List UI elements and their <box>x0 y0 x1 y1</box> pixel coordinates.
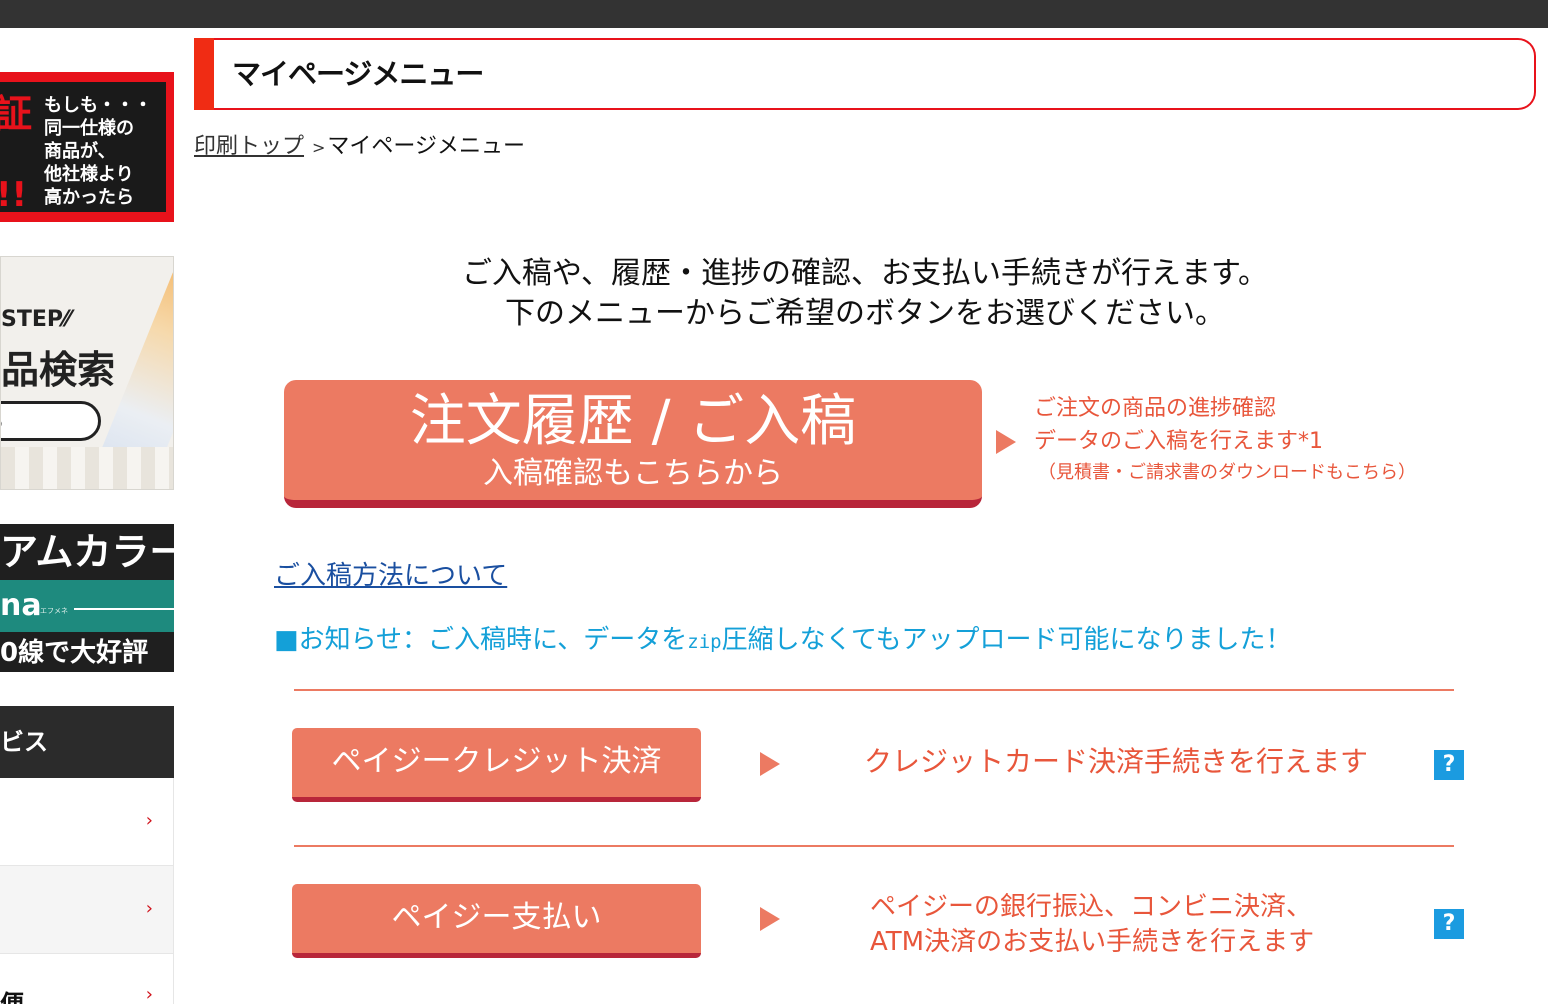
intro-line: ご入稿や、履歴・進捗の確認、お支払い手続きが行えます。 <box>461 256 1269 291</box>
banner-exclaim: !! <box>0 175 28 215</box>
breadcrumb-current: マイページメニュー <box>327 134 525 159</box>
breadcrumb-separator: > <box>312 138 326 157</box>
chevron-right-icon: › <box>145 810 153 831</box>
help-icon[interactable]: ? <box>1434 750 1464 780</box>
banner-button[interactable]: る <box>1 401 101 441</box>
payment-desc-line: ATM決済のお支払い手続きを行えます <box>870 927 1315 957</box>
sidebar-nav-item-label: 便 <box>0 990 24 1004</box>
banner-line3: 0線で大好評 <box>0 638 149 668</box>
banner-line1: アムカラー <box>0 530 174 574</box>
sidebar-nav-heading: ビス <box>0 706 174 778</box>
premium-color-banner[interactable]: アムカラー na エフメネ 0線で大好評 <box>0 524 174 672</box>
notice-text: ■お知らせ：ご入稿時に、データをzip圧縮しなくてもアップロード可能になりました… <box>274 620 1292 662</box>
order-desc-note: （見積書・ご請求書のダウンロードもこちら） <box>1038 462 1416 483</box>
notice-suffix: 圧縮しなくてもアップロード可能になりました！ <box>721 625 1292 655</box>
order-history-button[interactable]: 注文履歴 / ご入稿 入稿確認もこちらから <box>284 380 982 508</box>
banner-step-label: STEP⁄⁄ <box>1 307 71 332</box>
banner-bottom-image <box>1 447 173 489</box>
breadcrumb: 印刷トップ >マイページメニュー <box>194 130 525 165</box>
section-divider <box>294 845 1454 847</box>
banner-note: もしも・・・ 同一仕様の 商品が、 他社様より 高かったら <box>44 95 152 208</box>
chevron-right-icon: › <box>145 984 153 1004</box>
order-button-sublabel: 入稿確認もこちらから <box>483 456 783 491</box>
page-title-box: マイページメニュー <box>194 38 1536 110</box>
banner-icon-char: 証 <box>0 92 33 136</box>
sidebar-nav-item[interactable]: › <box>0 866 174 954</box>
page-title: マイページメニュー <box>232 57 484 91</box>
chevron-right-icon: › <box>145 898 153 919</box>
price-guarantee-banner[interactable]: 証 !! もしも・・・ 同一仕様の 商品が、 他社様より 高かったら <box>0 72 174 222</box>
order-description: ご注文の商品の進捗確認 データのご入稿を行えます*1 （見積書・ご請求書のダウン… <box>1034 392 1416 488</box>
sidebar-service-nav: ビス › › 便 › <box>0 706 174 1004</box>
sidebar-nav-item[interactable]: › <box>0 778 174 866</box>
banner-title: 品検索 <box>1 348 116 392</box>
top-bar <box>0 0 1548 28</box>
sidebar-nav-item[interactable]: 便 › <box>0 954 174 1004</box>
arrow-right-icon <box>760 907 780 931</box>
banner-rule <box>74 608 174 610</box>
intro-line: 下のメニューからご希望のボタンをお選びください。 <box>505 296 1225 331</box>
order-desc-line: ご注文の商品の進捗確認 <box>1034 396 1277 421</box>
payeasy-payment-button[interactable]: ペイジー支払い <box>292 884 701 958</box>
payment-desc-line: ペイジーの銀行振込、コンビニ決済、 <box>870 892 1313 922</box>
help-icon[interactable]: ? <box>1434 909 1464 939</box>
arrow-right-icon <box>996 430 1016 454</box>
intro-text: ご入稿や、履歴・進捗の確認、お支払い手続きが行えます。 下のメニューからご希望の… <box>194 254 1536 334</box>
arrow-right-icon <box>760 752 780 776</box>
product-search-banner[interactable]: STEP⁄⁄ 品検索 る <box>0 256 174 490</box>
notice-prefix: ■お知らせ：ご入稿時に、データを <box>274 625 688 655</box>
banner-line2: na <box>0 588 42 623</box>
payeasy-credit-button[interactable]: ペイジークレジット決済 <box>292 728 701 802</box>
banner-inner: 証 !! もしも・・・ 同一仕様の 商品が、 他社様より 高かったら <box>0 82 166 212</box>
breadcrumb-home-link[interactable]: 印刷トップ <box>194 134 304 159</box>
order-desc-line: データのご入稿を行えます*1 <box>1034 429 1323 454</box>
order-button-label: 注文履歴 / ご入稿 <box>409 389 857 454</box>
section-divider <box>294 689 1454 691</box>
upload-guide-link[interactable]: ご入稿方法について <box>274 556 507 596</box>
payment-description: クレジットカード決済手続きを行えます <box>864 745 1369 778</box>
title-accent-bar <box>194 38 214 110</box>
banner-line2-small: エフメネ <box>40 607 68 615</box>
notice-zip: zip <box>687 631 722 653</box>
payment-description: ペイジーの銀行振込、コンビニ決済、 ATM決済のお支払い手続きを行えます <box>870 890 1314 960</box>
